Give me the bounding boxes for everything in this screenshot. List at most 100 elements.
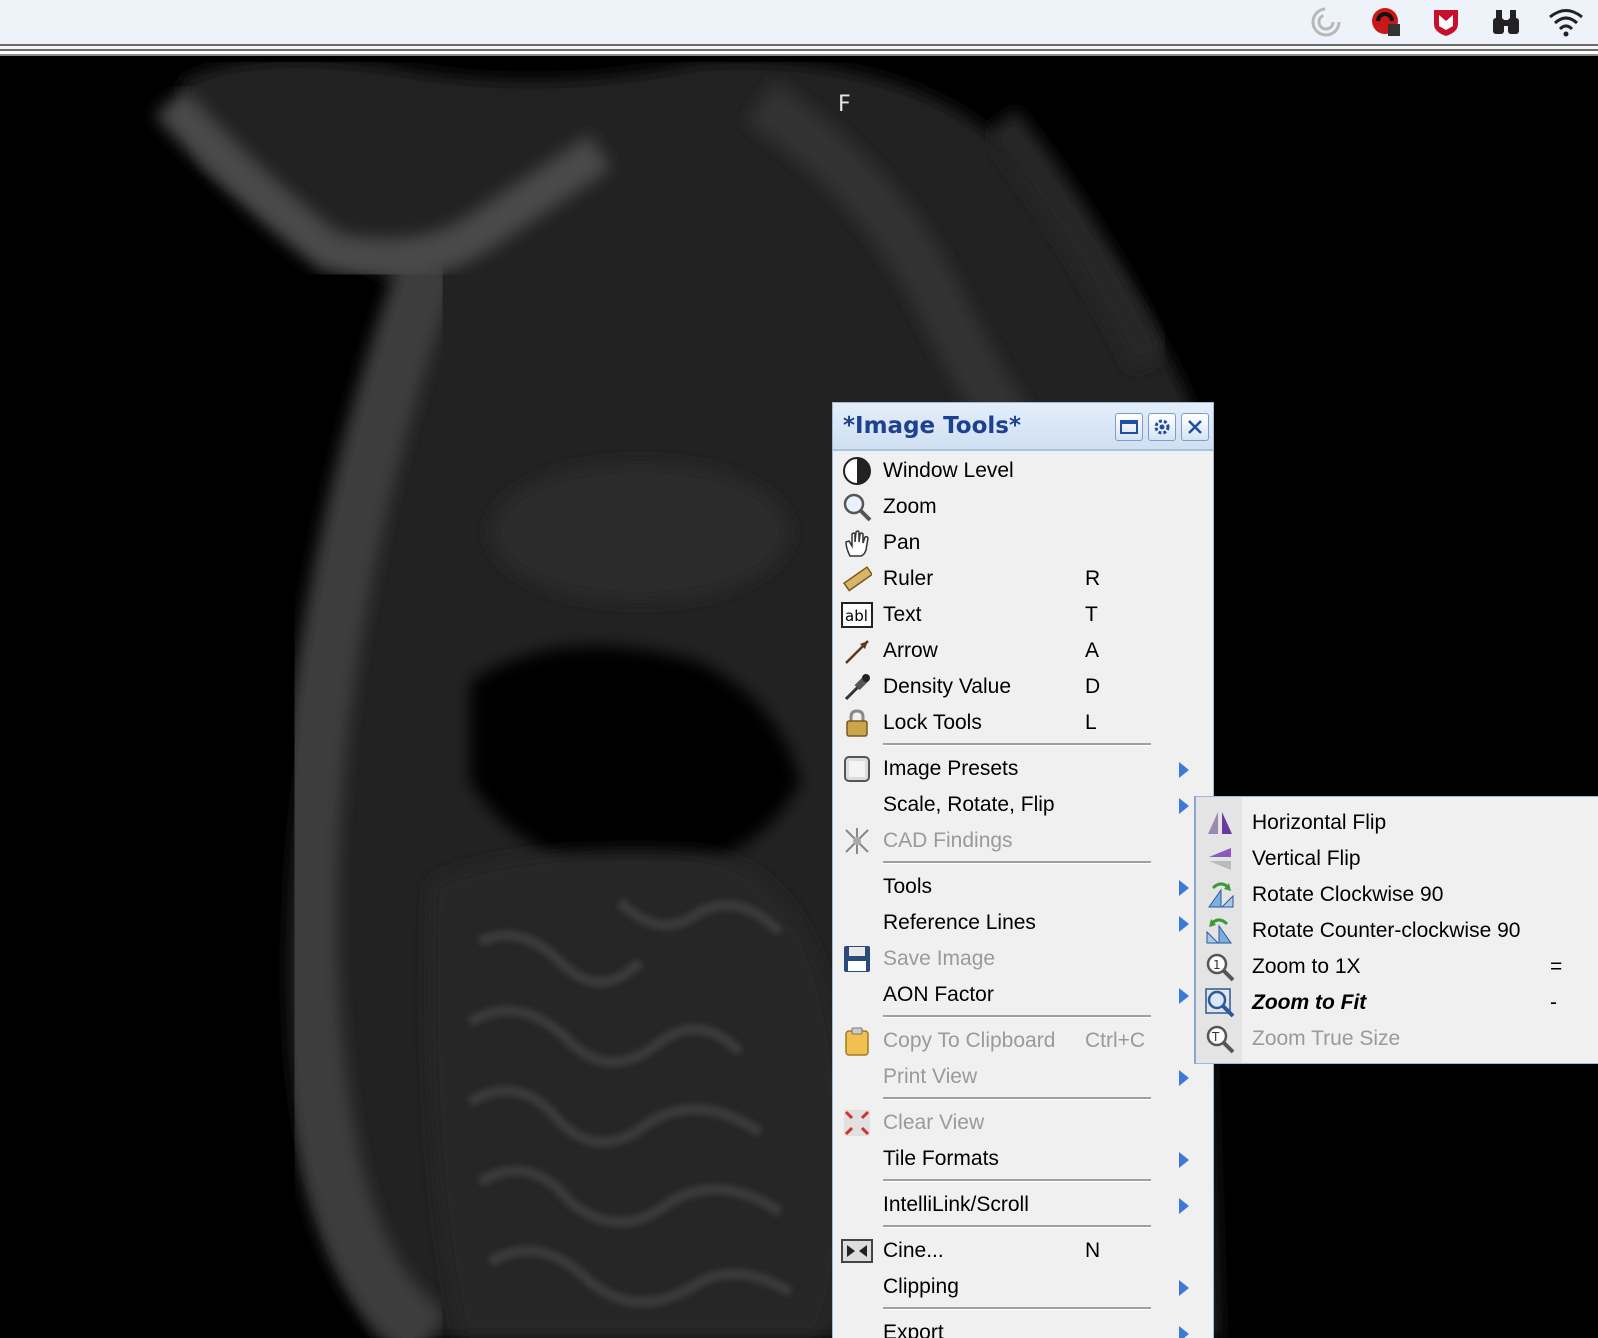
menu-item-save-image[interactable]: Save Image [833, 941, 1213, 977]
close-button[interactable] [1181, 413, 1209, 441]
menu-item-shortcut: T [1085, 603, 1098, 626]
zoom-icon [841, 491, 873, 523]
menu-item-cad-findings[interactable]: CAD Findings [833, 823, 1213, 859]
menu-item-label: Arrow [883, 639, 938, 662]
window-level-icon [841, 455, 873, 487]
zoom-1x-icon: 1 [1204, 951, 1236, 983]
submenu-item-zoom-to-fit[interactable]: Zoom to Fit - [1196, 985, 1598, 1021]
submenu-arrow-icon [1179, 880, 1189, 896]
menu-item-label: Clear View [883, 1111, 985, 1134]
submenu-item-label: Horizontal Flip [1252, 811, 1387, 834]
menu-item-shortcut: D [1085, 675, 1101, 698]
menu-item-image-presets[interactable]: Image Presets [833, 751, 1213, 787]
menu-item-aon-factor[interactable]: AON Factor [833, 977, 1213, 1013]
menu-item-cine[interactable]: Cine... N [833, 1233, 1213, 1269]
submenu-item-shortcut: - [1550, 991, 1557, 1014]
toolbar-divider [0, 44, 1598, 62]
svg-text:T: T [1211, 1030, 1220, 1044]
clear-view-icon [841, 1107, 873, 1139]
submenu-item-shortcut: = [1550, 955, 1563, 978]
cine-icon [841, 1235, 873, 1267]
menu-item-copy-to-clipboard[interactable]: Copy To Clipboard Ctrl+C [833, 1023, 1213, 1059]
menu-item-shortcut: L [1085, 711, 1097, 734]
menu-item-clear-view[interactable]: Clear View [833, 1105, 1213, 1141]
menu-item-label: Density Value [883, 675, 1012, 698]
menu-item-zoom[interactable]: Zoom [833, 489, 1213, 525]
eyedropper-icon [841, 671, 873, 703]
submenu-item-zoom-to-1x[interactable]: 1 Zoom to 1X = [1196, 949, 1598, 985]
image-presets-icon [841, 753, 873, 785]
menu-item-shortcut: N [1085, 1239, 1101, 1262]
submenu-arrow-icon [1179, 1070, 1189, 1086]
menu-item-label: Reference Lines [883, 911, 1036, 934]
menu-item-label: Lock Tools [883, 711, 982, 734]
menu-item-tile-formats[interactable]: Tile Formats [833, 1141, 1213, 1177]
menu-item-label: Copy To Clipboard [883, 1029, 1056, 1052]
menu-item-tools[interactable]: Tools [833, 869, 1213, 905]
minimize-button[interactable] [1115, 413, 1143, 441]
ruler-icon [841, 563, 873, 595]
submenu-item-vertical-flip[interactable]: Vertical Flip [1196, 841, 1598, 877]
cad-icon [841, 825, 873, 857]
submenu-item-rotate-counterclockwise[interactable]: Rotate Counter-clockwise 90 [1196, 913, 1598, 949]
menu-item-label: IntelliLink/Scroll [883, 1193, 1029, 1216]
submenu-item-horizontal-flip[interactable]: Horizontal Flip [1196, 805, 1598, 841]
menu-item-scale-rotate-flip[interactable]: Scale, Rotate, Flip [833, 787, 1213, 823]
system-tray [1284, 4, 1584, 40]
menu-item-density-value[interactable]: Density Value D [833, 669, 1213, 705]
menu-item-text[interactable]: abl Text T [833, 597, 1213, 633]
menu-item-label: Save Image [883, 947, 996, 970]
red-shield-icon[interactable] [1368, 4, 1404, 40]
horizontal-flip-icon [1204, 807, 1236, 839]
submenu-arrow-icon [1179, 1326, 1189, 1338]
binoculars-icon[interactable] [1488, 4, 1524, 40]
menu-item-label: Window Level [883, 459, 1014, 482]
menu-item-label: Clipping [883, 1275, 959, 1298]
panel-title: *Image Tools* [843, 413, 1021, 439]
menu-separator [833, 1305, 1213, 1315]
settings-icon [1154, 419, 1170, 435]
menu-item-label: Pan [883, 531, 921, 554]
menu-item-arrow[interactable]: Arrow A [833, 633, 1213, 669]
spinner-icon[interactable] [1308, 4, 1344, 40]
menu-item-intellilink-scroll[interactable]: IntelliLink/Scroll [833, 1187, 1213, 1223]
submenu-arrow-icon [1179, 1280, 1189, 1296]
minimize-icon [1120, 420, 1138, 434]
settings-button[interactable] [1148, 413, 1176, 441]
menu-item-window-level[interactable]: Window Level [833, 453, 1213, 489]
pan-hand-icon [841, 527, 873, 559]
menu-item-lock-tools[interactable]: Lock Tools L [833, 705, 1213, 741]
menu-item-label: Text [883, 603, 922, 626]
submenu-arrow-icon [1179, 798, 1189, 814]
submenu-arrow-icon [1179, 1198, 1189, 1214]
menu-separator [833, 1177, 1213, 1187]
scale-rotate-flip-submenu: Horizontal Flip Vertical Flip Rotate Clo… [1194, 796, 1598, 1064]
menu-item-export[interactable]: Export [833, 1315, 1213, 1338]
image-viewport[interactable]: F [0, 62, 1598, 1338]
text-icon: abl [841, 599, 873, 631]
mcafee-icon[interactable] [1428, 4, 1464, 40]
menu-item-label: Export [883, 1321, 944, 1338]
menu-item-clipping[interactable]: Clipping [833, 1269, 1213, 1305]
menu-item-ruler[interactable]: Ruler R [833, 561, 1213, 597]
submenu-arrow-icon [1179, 762, 1189, 778]
submenu-arrow-icon [1179, 988, 1189, 1004]
panel-title-bar[interactable]: *Image Tools* [833, 403, 1213, 451]
menu-item-reference-lines[interactable]: Reference Lines [833, 905, 1213, 941]
submenu-item-label: Vertical Flip [1252, 847, 1361, 870]
menu-item-label: Tools [883, 875, 933, 898]
mri-image [0, 62, 1598, 1338]
vertical-flip-icon [1204, 843, 1236, 875]
orientation-marker: F [838, 92, 851, 117]
svg-text:abl: abl [845, 607, 868, 625]
menu-item-label: Cine... [883, 1239, 944, 1262]
menu-separator [833, 1223, 1213, 1233]
menu-item-print-view[interactable]: Print View [833, 1059, 1213, 1095]
zoom-fit-icon [1204, 987, 1236, 1019]
submenu-item-rotate-clockwise[interactable]: Rotate Clockwise 90 [1196, 877, 1598, 913]
submenu-item-zoom-true-size[interactable]: T Zoom True Size [1196, 1021, 1598, 1057]
wifi-icon[interactable] [1548, 4, 1584, 40]
menu-separator [833, 1095, 1213, 1105]
menu-item-pan[interactable]: Pan [833, 525, 1213, 561]
menu-item-label: AON Factor [883, 983, 994, 1006]
